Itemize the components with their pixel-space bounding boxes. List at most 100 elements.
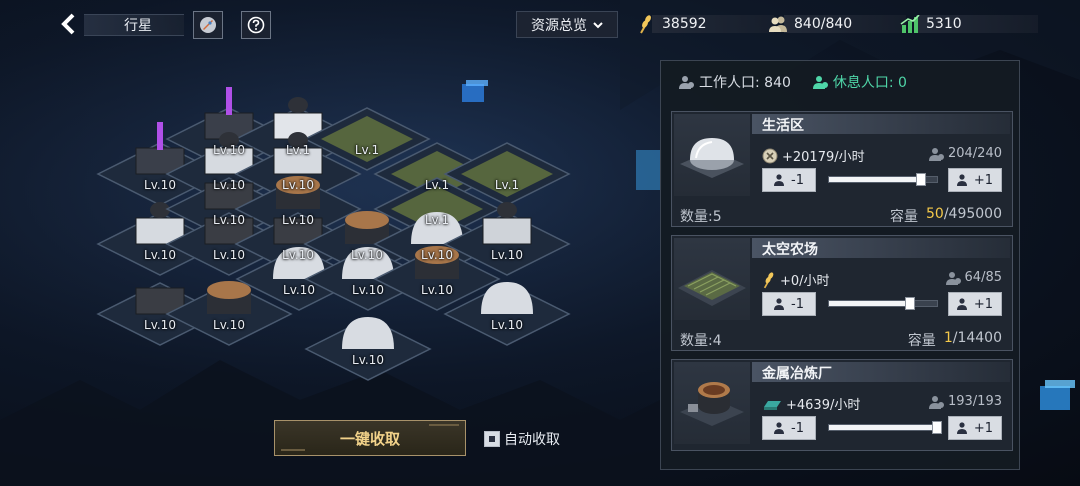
energy-beam <box>226 87 232 115</box>
capacity-label: 容量 <box>890 209 918 225</box>
worker-icon <box>956 298 967 310</box>
smelter-crucible <box>207 281 251 299</box>
capacity-label: 容量 <box>907 333 936 349</box>
tile-level-label: Lv.10 <box>421 248 453 262</box>
worker-count-value: 204/240 <box>947 146 1002 161</box>
tile-level-label: Lv.1 <box>354 143 380 157</box>
worker-slider[interactable] <box>828 297 938 310</box>
worker-slider[interactable] <box>828 421 942 434</box>
capacity: 容量 1/14400 <box>908 330 1002 350</box>
auto-collect-label: 自动收取 <box>504 432 560 448</box>
tile-level-label: Lv.10 <box>491 248 523 262</box>
building-count: 数量:5 <box>680 209 722 225</box>
production-rate-value: +20179/小时 <box>782 150 865 165</box>
add-worker-button[interactable]: +1 <box>948 416 1002 440</box>
building-name: 生活区 <box>762 118 804 134</box>
glowing-cube <box>1040 380 1075 410</box>
resting-worker-icon <box>812 76 828 89</box>
worker-icon <box>928 395 944 409</box>
wheat-icon <box>763 271 774 288</box>
add-worker-button[interactable]: +1 <box>948 292 1002 316</box>
building-count: 数量:4 <box>680 333 722 349</box>
resource-production: 5310 <box>900 12 1038 36</box>
worker-icon <box>928 147 944 161</box>
worker-slider-knob[interactable] <box>915 173 926 186</box>
dome-building <box>481 282 533 314</box>
metal-ingot-icon <box>764 400 781 410</box>
capacity-max: /495000 <box>943 206 1002 222</box>
working-population: 工作人口: 840 <box>679 72 791 92</box>
tile-level-label: Lv.10 <box>144 178 176 192</box>
population-panel: 工作人口: 840 休息人口: 0 生活区 +20179/小时 204/240 … <box>660 60 1020 470</box>
resting-population: 休息人口: 0 <box>812 72 907 92</box>
auto-collect-toggle[interactable]: 自动收取 <box>484 429 560 449</box>
tile-level-label: Lv.10 <box>213 318 245 332</box>
building-card-space-farm: 太空农场 +0/小时 64/85 -1 +1 数量:4 容量 1/14400 <box>671 235 1013 351</box>
worker-icon <box>679 76 694 89</box>
tile-level-label: Lv.10 <box>213 213 245 227</box>
tile-level-label: Lv.10 <box>421 283 453 297</box>
tile-level-label: Lv.10 <box>282 213 314 227</box>
building-card-metal-smelter: 金属冶炼厂 +4639/小时 193/193 -1 +1 <box>671 359 1013 451</box>
tile-level-label: Lv.1 <box>494 178 520 192</box>
worker-slider-fill <box>829 177 921 182</box>
radar-dish <box>150 202 170 218</box>
tile-level-label: Lv.10 <box>213 178 245 192</box>
capacity-current: 1 <box>943 330 953 346</box>
living-area-thumbnail <box>674 114 750 196</box>
building-tile-dome[interactable] <box>304 317 432 381</box>
collect-all-button[interactable]: 一键收取 <box>274 420 466 456</box>
worker-slider[interactable] <box>828 173 938 186</box>
resting-population-text: 休息人口: 0 <box>832 75 907 91</box>
remove-worker-button[interactable]: -1 <box>762 416 816 440</box>
auto-collect-checkbox[interactable] <box>484 431 500 447</box>
planet-building-grid: Lv.10 Lv.10 Lv.1 Lv.1 Lv.10 Lv.10 Lv.1 Lv.1 Lv.1… <box>0 0 660 486</box>
remove-worker-label: -1 <box>791 420 804 436</box>
reactor-building <box>482 217 532 245</box>
worker-icon <box>945 271 961 285</box>
building-name: 金属冶炼厂 <box>762 366 832 382</box>
tile-level-label: Lv.1 <box>424 178 450 192</box>
worker-icon <box>956 422 967 434</box>
worker-slider-fill <box>829 425 937 430</box>
population-value: 840/840 <box>794 16 853 32</box>
worker-count-value: 193/193 <box>947 394 1002 409</box>
radar-dish <box>288 97 308 113</box>
capacity-max: /14400 <box>952 330 1002 346</box>
worker-slider-knob[interactable] <box>932 421 942 434</box>
tile-level-label: Lv.10 <box>351 248 383 262</box>
add-worker-label: +1 <box>973 420 994 436</box>
remove-worker-label: -1 <box>791 296 804 312</box>
tile-level-label: Lv.10 <box>283 283 315 297</box>
remove-worker-button[interactable]: -1 <box>762 292 816 316</box>
wheat-icon <box>636 14 656 34</box>
wheat-value: 38592 <box>662 16 707 32</box>
worker-count: 204/240 <box>928 146 1002 161</box>
coin-icon <box>762 148 778 163</box>
remove-worker-button[interactable]: -1 <box>762 168 816 192</box>
production-rate: +4639/小时 <box>762 394 860 413</box>
collect-all-label: 一键收取 <box>339 429 400 448</box>
add-worker-button[interactable]: +1 <box>948 168 1002 192</box>
add-worker-label: +1 <box>973 296 994 312</box>
population-icon <box>768 14 788 34</box>
space-farm-thumbnail <box>674 238 750 320</box>
tile-level-label: Lv.10 <box>213 248 245 262</box>
grid-tiles <box>96 87 571 381</box>
worker-slider-knob[interactable] <box>905 297 915 310</box>
worker-count-value: 64/85 <box>964 270 1002 285</box>
tile-level-label: Lv.10 <box>491 318 523 332</box>
smelter-crucible <box>345 211 389 229</box>
worker-icon <box>774 174 785 186</box>
tile-level-label: Lv.10 <box>282 178 314 192</box>
worker-slider-fill <box>829 301 910 306</box>
tile-level-label: Lv.10 <box>213 143 245 157</box>
production-rate: +0/小时 <box>762 270 830 289</box>
metal-smelter-thumbnail <box>674 362 750 444</box>
tile-level-label: Lv.10 <box>352 283 384 297</box>
radar-dish <box>497 202 517 218</box>
energy-beam <box>157 122 163 150</box>
worker-count: 64/85 <box>945 270 1002 285</box>
worker-count: 193/193 <box>928 394 1002 409</box>
tile-level-label: Lv.1 <box>424 213 450 227</box>
